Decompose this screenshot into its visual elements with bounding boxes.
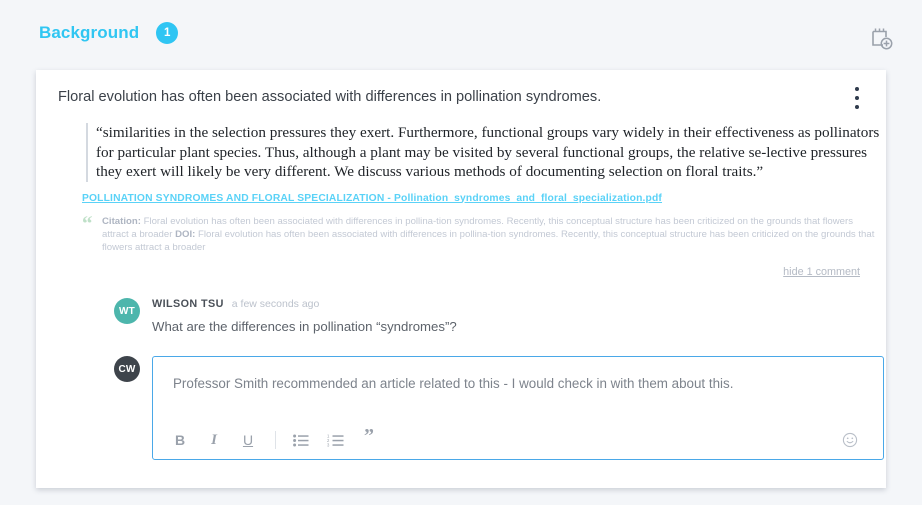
citation-text: Citation: Floral evolution has often bee… xyxy=(102,215,882,255)
quotation-mark-icon: “ xyxy=(82,210,93,235)
blockquote-button[interactable]: ” xyxy=(356,423,382,457)
reply-row: CW Professor Smith recommended an articl… xyxy=(114,356,886,461)
comment-text: What are the differences in pollination … xyxy=(152,319,457,335)
comment-author: WILSON TSU xyxy=(152,298,224,311)
quote-text: “similarities in the selection pressures… xyxy=(96,124,880,180)
card-title: Floral evolution has often been associat… xyxy=(58,89,602,105)
kebab-dot xyxy=(855,96,859,100)
italic-button[interactable]: I xyxy=(201,427,227,453)
toolbar-divider xyxy=(275,431,276,450)
page-title: Background xyxy=(39,23,140,42)
kebab-menu-icon[interactable] xyxy=(848,86,866,109)
quoted-excerpt: “similarities in the selection pressures… xyxy=(86,123,886,182)
hide-comment-row: hide 1 comment xyxy=(36,262,886,280)
bold-button[interactable]: B xyxy=(167,427,193,453)
comment-item: WT WILSON TSU a few seconds ago What are… xyxy=(114,298,886,335)
emoji-smiley-icon[interactable] xyxy=(837,427,863,453)
comment-editor[interactable]: Professor Smith recommended an article r… xyxy=(152,356,884,461)
hide-comments-link[interactable]: hide 1 comment xyxy=(783,266,860,278)
background-card: Floral evolution has often been associat… xyxy=(36,70,886,488)
citation-label: Citation: xyxy=(102,215,141,227)
avatar: WT xyxy=(114,298,140,325)
bullet-list-icon[interactable] xyxy=(288,427,314,453)
card-title-row: Floral evolution has often been associat… xyxy=(36,70,886,109)
comment-meta: WILSON TSU a few seconds ago xyxy=(152,298,457,310)
numbered-list-icon[interactable]: 1 2 3 xyxy=(322,427,348,453)
section-header-group: Background 1 xyxy=(39,22,179,44)
doi-body: Floral evolution has often been associat… xyxy=(102,228,875,253)
kebab-dot xyxy=(855,87,859,91)
page-header: Background 1 xyxy=(0,0,922,66)
source-document-link[interactable]: POLLINATION SYNDROMES AND FLORAL SPECIAL… xyxy=(82,193,886,204)
comment-body: WILSON TSU a few seconds ago What are th… xyxy=(152,298,457,335)
comment-timestamp: a few seconds ago xyxy=(231,298,320,311)
doi-label: DOI: xyxy=(175,228,196,240)
underline-button[interactable]: U xyxy=(235,427,261,453)
svg-text:3: 3 xyxy=(327,442,330,446)
status-badge: 1 xyxy=(156,22,179,44)
editor-toolbar: B I U 1 2 3 ” xyxy=(153,421,883,459)
note-add-icon[interactable] xyxy=(866,24,896,54)
citation-block: “ Citation: Floral evolution has often b… xyxy=(82,210,882,255)
kebab-dot xyxy=(855,105,859,109)
avatar: CW xyxy=(114,356,140,383)
comment-input[interactable]: Professor Smith recommended an article r… xyxy=(153,357,883,421)
